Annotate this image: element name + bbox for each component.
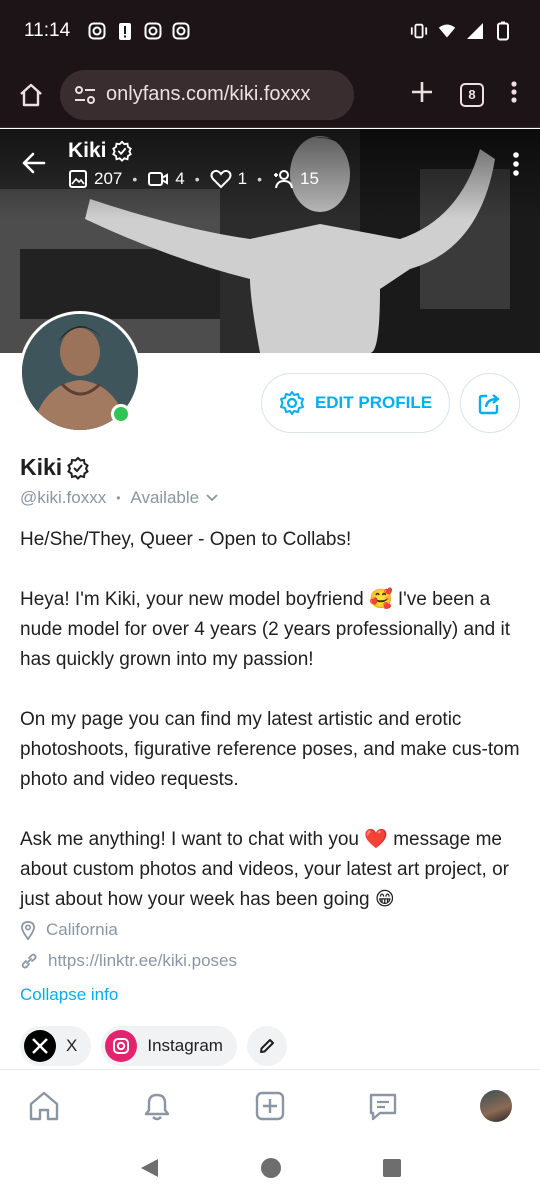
cover-profile-name: Kiki [68,139,133,163]
social-label: Instagram [147,1036,223,1055]
home-icon [20,83,42,106]
nav-notifications[interactable] [139,1088,175,1124]
share-icon [478,394,500,415]
battery-alert-icon [116,22,134,40]
cover-stats: 207 • 4 • 1 • 15 [68,169,319,189]
social-chip-instagram[interactable]: Instagram [101,1026,237,1066]
stat-videos-count: 4 [175,169,185,188]
browser-toolbar: onlyfans.com/kiki.foxxx 8 [0,62,540,128]
nav-add-post[interactable] [252,1088,288,1124]
gear-icon [279,391,304,415]
address-bar[interactable]: onlyfans.com/kiki.foxxx [60,69,354,120]
triangle-back-icon [141,1159,158,1177]
stat-likes: 1 [210,169,247,189]
nav-home[interactable] [26,1088,62,1124]
instagram-icon [105,1030,138,1062]
bio-paragraph: On my page you can find my latest artist… [20,709,520,790]
edit-socials-button[interactable] [246,1026,287,1066]
collapse-info-link[interactable]: Collapse info [20,985,118,1005]
edit-profile-label: EDIT PROFILE [314,393,433,412]
profile-link[interactable]: https://linktr.ee/kiki.poses [48,951,237,971]
system-home-button[interactable] [260,1157,282,1184]
social-label: X [66,1036,78,1055]
heart-icon [210,169,232,189]
stat-fans: 15 [272,169,319,189]
profile-name-text: Kiki [20,454,63,480]
link-icon [21,953,37,969]
system-navigation [0,1141,540,1200]
verified-icon [111,140,132,162]
image-icon [69,170,87,188]
nav-messages[interactable] [365,1088,401,1124]
nav-profile[interactable] [478,1088,514,1124]
cover-name-text: Kiki [68,139,107,162]
share-button[interactable] [460,373,520,433]
bottom-navigation [0,1069,540,1141]
square-recents-icon [383,1159,401,1177]
site-settings-icon[interactable] [74,85,96,105]
message-icon [369,1093,397,1120]
browser-menu-button[interactable] [510,80,518,109]
vibrate-icon [410,22,428,40]
bio-line: He/She/They, Queer - Open to Collabs! [20,529,352,550]
signal-icon [466,22,484,40]
profile-name: Kiki [20,454,90,481]
location-row: California [20,920,118,940]
link-row[interactable]: https://linktr.ee/kiki.poses [20,951,237,971]
location-pin-icon [21,921,35,940]
avatar [480,1089,512,1122]
profile-more-button[interactable] [512,151,520,182]
status-bar: 11:14 [0,0,540,62]
instagram-icon [172,22,190,40]
location-text: California [46,920,118,939]
stat-photos-count: 207 [94,169,123,188]
fans-icon [274,170,294,189]
system-icons [410,21,512,41]
circle-home-icon [261,1158,281,1178]
system-recents-button[interactable] [382,1158,402,1183]
bio-paragraph: Ask me anything! I want to chat with you… [20,829,509,910]
stat-photos: 207 [68,169,122,189]
new-tab-button[interactable] [410,80,434,109]
handle-row: @kiki.foxxx • Available [20,488,219,508]
bell-icon [144,1093,170,1120]
more-vert-icon [513,152,519,176]
stat-likes-count: 1 [237,169,248,188]
browser-home-button[interactable] [14,78,48,112]
url-text: onlyfans.com/kiki.foxxx [106,83,311,105]
stat-fans-count: 15 [300,169,319,188]
social-chip-x[interactable]: X [20,1026,92,1066]
pencil-icon [259,1039,274,1053]
x-logo-icon [24,1030,56,1062]
browser-actions: 8 [410,80,526,109]
tab-switcher-button[interactable]: 8 [460,82,484,107]
verified-icon [67,456,89,480]
back-button[interactable] [20,149,50,179]
home-icon [29,1091,59,1120]
instagram-icon [88,22,106,40]
status-time: 11:14 [24,20,71,41]
add-square-icon [255,1091,285,1120]
instagram-icon [144,22,162,40]
availability-dropdown[interactable]: Available [130,488,219,508]
availability-label: Available [130,488,200,507]
profile-handle: @kiki.foxxx [20,488,107,507]
system-back-button[interactable] [138,1157,160,1184]
chevron-down-icon [206,494,218,502]
stat-videos: 4 [147,169,185,189]
video-icon [148,172,169,186]
battery-icon [494,21,512,41]
notification-icons [88,22,190,40]
plus-icon [412,82,432,102]
online-status-dot [111,404,131,424]
profile-bio: He/She/They, Queer - Open to Collabs! He… [20,525,520,915]
bio-paragraph: Heya! I'm Kiki, your new model boyfriend… [20,589,511,670]
arrow-left-icon [22,152,46,174]
wifi-icon [438,22,456,40]
social-links: X Instagram [20,1026,287,1066]
more-vert-icon [511,81,517,103]
edit-profile-button[interactable]: EDIT PROFILE [261,373,450,433]
